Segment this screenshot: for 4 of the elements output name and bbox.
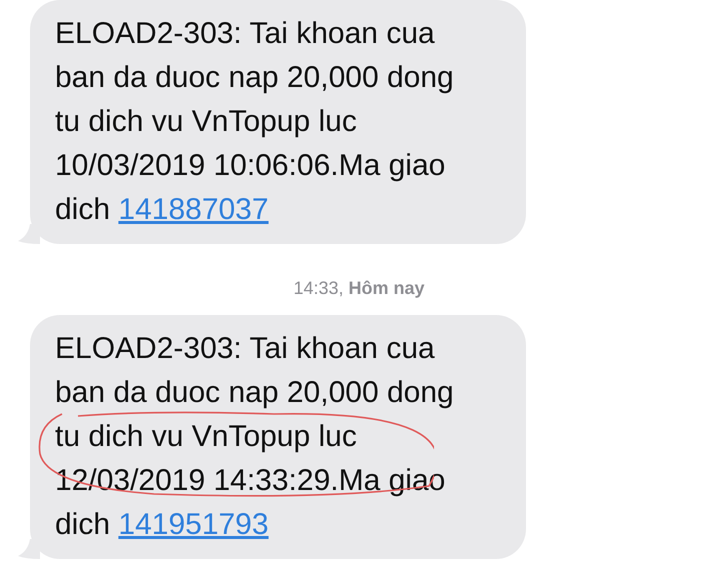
transaction-link[interactable]: 141951793: [118, 508, 269, 541]
message-text: ELOAD2-303: Tai khoan cua ban da duoc nap 20,000 dong tu dich vu VnTopup luc 10/03/2019 10:06:06.Ma giao dich 141887037: [55, 16, 455, 228]
transaction-link[interactable]: 141887037: [118, 193, 269, 226]
message-timestamp: 14:33, Hôm nay: [293, 278, 425, 299]
